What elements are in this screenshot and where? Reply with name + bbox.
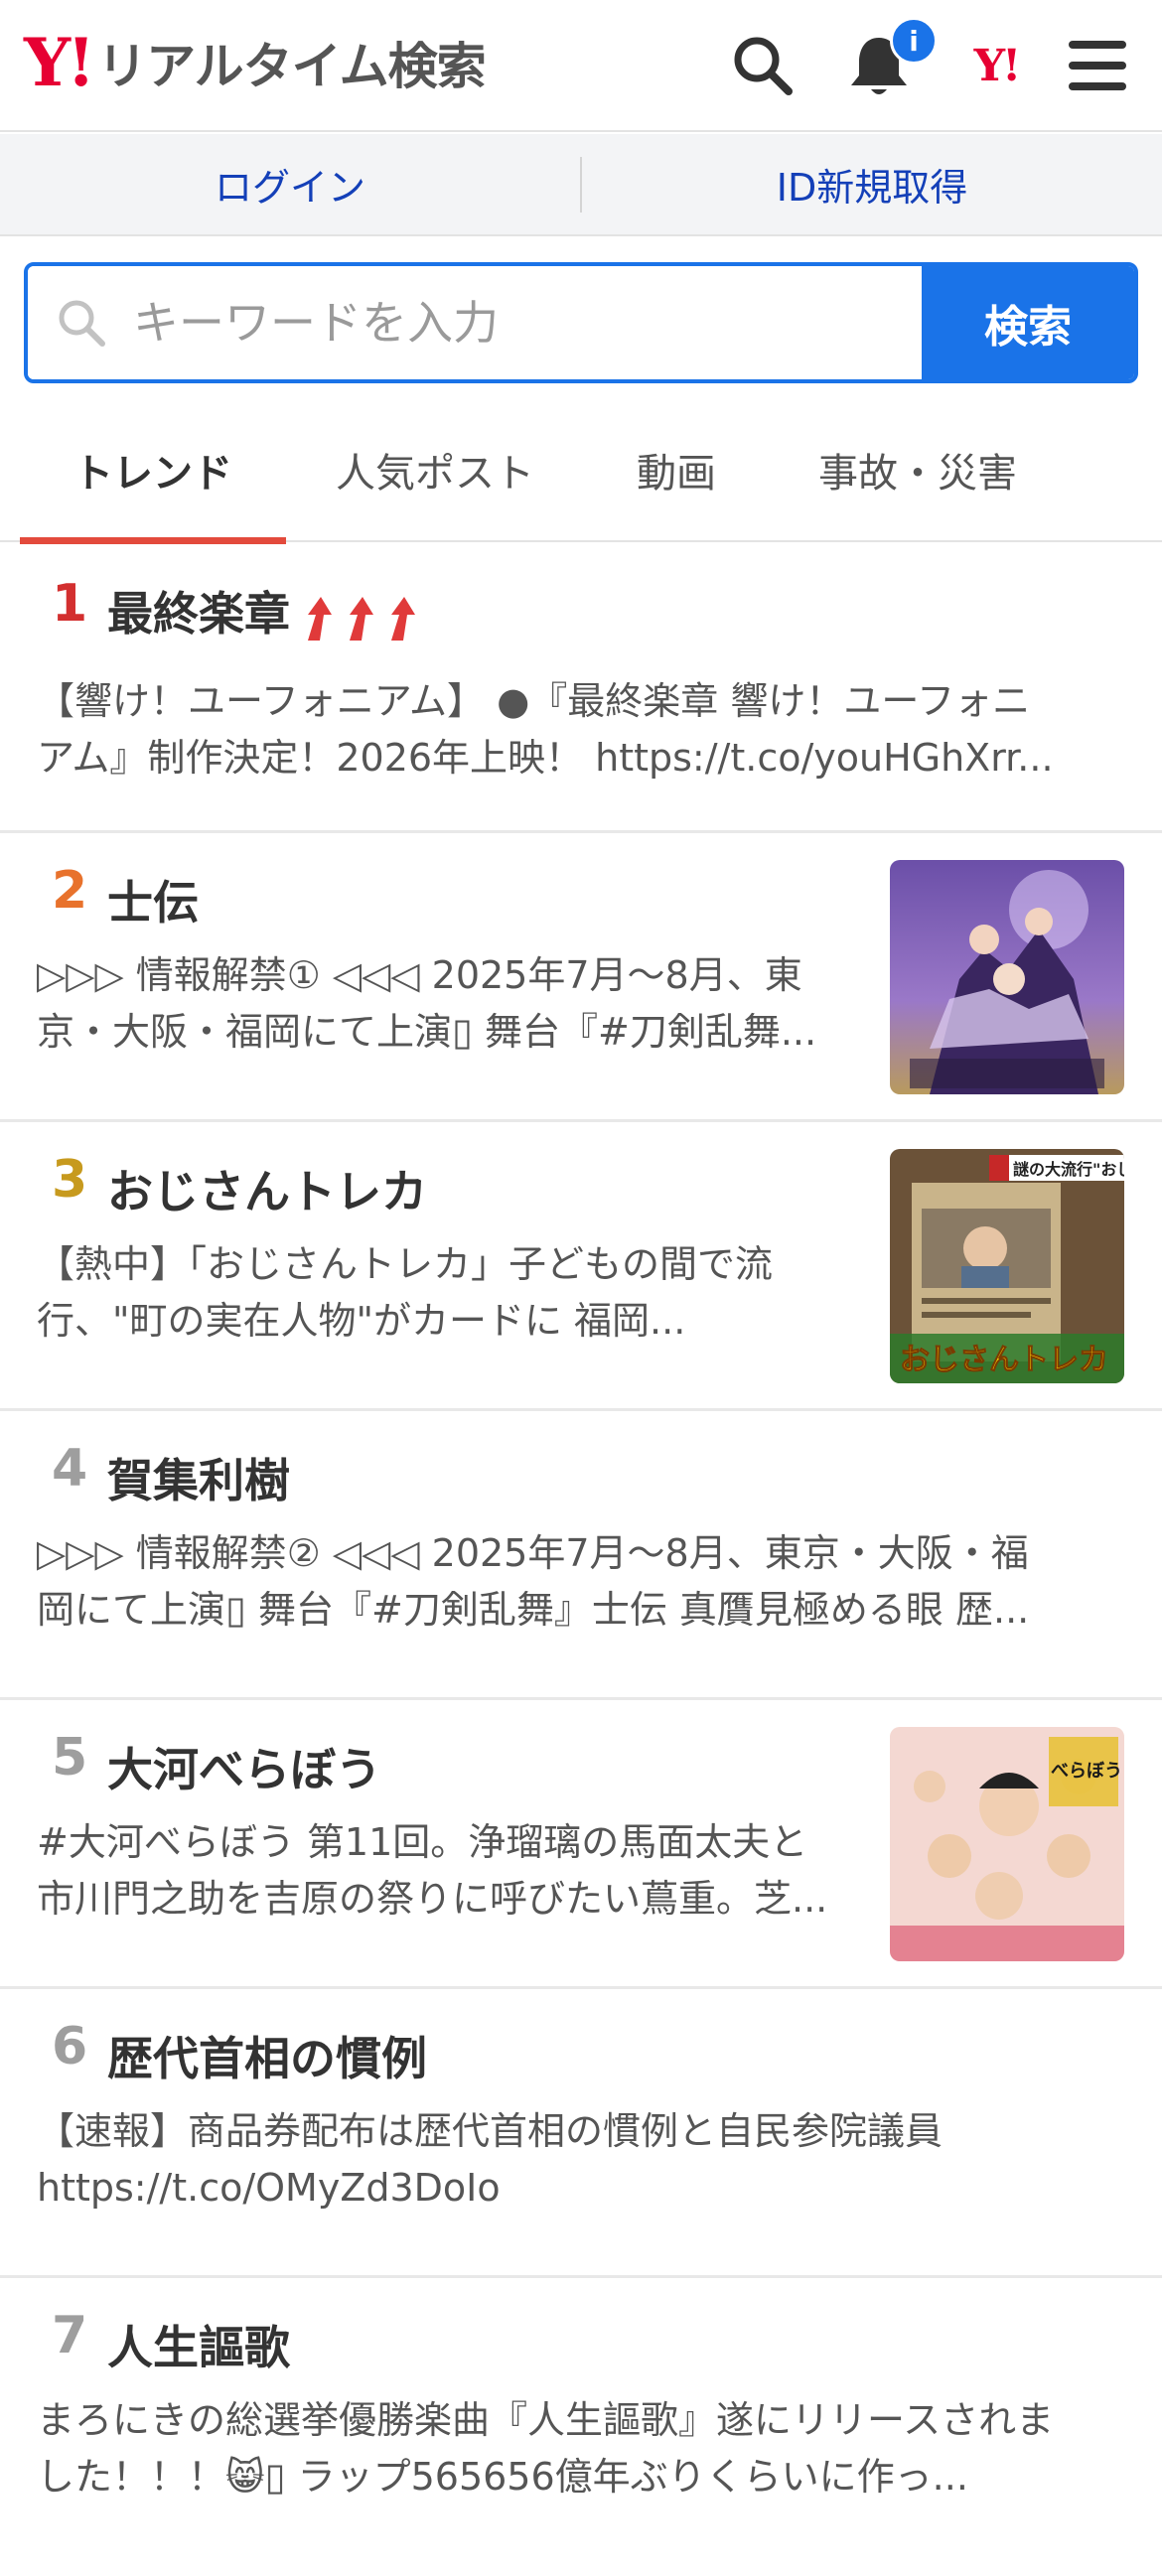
desc-line: ▷▷▷ 情報解禁① ◁◁◁ 2025年7月〜8月、東 [37, 953, 802, 997]
logo-title: リアルタイム検索 [97, 38, 486, 95]
trend-description: ▷▷▷ 情報解禁② ◁◁◁ 2025年7月〜8月、東京・大阪・福 岡にて上演▯ … [37, 1525, 1129, 1639]
trend-description: ▷▷▷ 情報解禁① ◁◁◁ 2025年7月〜8月、東 京・大阪・福岡にて上演▯ … [37, 947, 871, 1061]
app-header: Y! リアルタイム検索 i Y! [0, 0, 1162, 132]
yahoo-realtime-logo[interactable]: Y! リアルタイム検索 [24, 24, 487, 101]
notification-badge: i [890, 17, 938, 65]
trend-rank: 5 [52, 1728, 88, 1788]
register-link[interactable]: ID新規取得 [582, 134, 1162, 234]
trend-item[interactable]: 6 歴代首相の慣例 【速報】商品券配布は歴代首相の慣例と自民参院議員 https… [0, 1989, 1162, 2278]
desc-line: 【響け！ユーフォニアム】 ●『最終楽章 響け！ユーフォニ [37, 679, 1031, 723]
search-icon[interactable] [728, 28, 798, 103]
trend-title: 人生謳歌 [107, 2321, 290, 2374]
tab-trend[interactable]: トレンド [20, 397, 286, 544]
trend-item[interactable]: 3 おじさんトレカ 【熱中】「おじさんトレカ」子どもの間で流 行、"町の実在人物… [0, 1122, 1162, 1411]
hamburger-menu-icon[interactable] [1063, 28, 1132, 103]
card-label-text: おじさんトレカ [900, 1343, 1108, 1377]
desc-line: https://t.co/OMyZd3DoIo [37, 2166, 501, 2210]
yahoo-japan-icon[interactable]: Y! [961, 28, 1031, 103]
tab-bar: トレンド 人気ポスト 動画 事故・災害 [0, 397, 1162, 544]
desc-line: 京・大阪・福岡にて上演▯ 舞台『#刀剣乱舞... [37, 1010, 817, 1054]
trend-title: 大河べらぼう [107, 1743, 381, 1796]
desc-line: まろにきの総選挙優勝楽曲『人生謳歌』遂にリリースされま [37, 2398, 1055, 2442]
rising-arrows-icon [304, 593, 431, 643]
trend-item[interactable]: 2 士伝 ▷▷▷ 情報解禁① ◁◁◁ 2025年7月〜8月、東 京・大阪・福岡に… [0, 833, 1162, 1122]
search-button[interactable]: 検索 [922, 266, 1134, 379]
trend-item[interactable]: 5 大河べらぼう #大河べらぼう 第11回。浄瑠璃の馬面太夫と 市川門之助を吉原… [0, 1700, 1162, 1989]
trend-item[interactable]: 4 賀集利樹 ▷▷▷ 情報解禁② ◁◁◁ 2025年7月〜8月、東京・大阪・福 … [0, 1411, 1162, 1700]
tab-videos[interactable]: 動画 [584, 397, 769, 542]
desc-line: ▷▷▷ 情報解禁② ◁◁◁ 2025年7月〜8月、東京・大阪・福 [37, 1531, 1029, 1575]
drama-title-text: べらぼう [1051, 1761, 1122, 1782]
trend-list: 1 最終楽章 【響け！ユーフォニアム】 ●『最終楽章 響け！ユーフォニ アム』制… [0, 544, 1162, 2576]
trend-rank: 7 [52, 2306, 88, 2365]
trend-rank: 3 [52, 1150, 88, 1210]
desc-line: アム』制作決定！2026年上映！ https://t.co/youHGhXrr.… [37, 736, 1054, 780]
trend-title: おじさんトレカ [107, 1165, 427, 1218]
desc-line: 【熱中】「おじさんトレカ」子どもの間で流 [37, 1242, 774, 1286]
trend-thumbnail-trading-card[interactable]: 謎の大流行"おじ おじさんトレカ [890, 1149, 1124, 1383]
desc-line: 【速報】商品券配布は歴代首相の慣例と自民参院議員 [37, 2109, 944, 2153]
trend-description: まろにきの総選挙優勝楽曲『人生謳歌』遂にリリースされま した！！！😸▯ ラップ5… [37, 2392, 1129, 2505]
desc-line: 市川門之助を吉原の祭りに呼びたい蔦重。芝... [37, 1877, 828, 1921]
yahoo-logo-mark: Y! [24, 24, 95, 101]
desc-line: した！！！😸▯ ラップ565656億年ぶりくらいに作っ... [37, 2455, 968, 2499]
trend-thumbnail-drama-poster[interactable]: べらぼう [890, 1727, 1124, 1961]
trend-title: 最終楽章 [107, 578, 431, 644]
desc-line: 行、"町の実在人物"がカードに 福岡... [37, 1299, 686, 1343]
trend-title: 歴代首相の慣例 [107, 2032, 427, 2085]
search-input[interactable] [133, 296, 868, 350]
search-field-container [28, 266, 922, 379]
search-field-icon [59, 300, 105, 347]
trend-item[interactable]: 7 人生謳歌 まろにきの総選挙優勝楽曲『人生謳歌』遂にリリースされま した！！！… [0, 2278, 1162, 2576]
trend-rank: 6 [52, 2017, 88, 2076]
trend-thumbnail-stage-poster[interactable] [890, 860, 1124, 1094]
trend-rank: 1 [52, 574, 88, 634]
trend-title-text: 最終楽章 [107, 587, 290, 641]
tab-popular-posts[interactable]: 人気ポスト [286, 397, 584, 542]
desc-line: #大河べらぼう 第11回。浄瑠璃の馬面太夫と [37, 1820, 808, 1864]
trend-description: 【熱中】「おじさんトレカ」子どもの間で流 行、"町の実在人物"がカードに 福岡.… [37, 1236, 871, 1350]
trend-rank: 2 [52, 861, 88, 921]
trend-title: 士伝 [107, 876, 199, 930]
trend-description: 【響け！ユーフォニアム】 ●『最終楽章 響け！ユーフォニ アム』制作決定！202… [37, 673, 1129, 787]
desc-line: 岡にて上演▯ 舞台『#刀剣乱舞』士伝 真贋見極める眼 歴... [37, 1588, 1030, 1632]
trend-title: 賀集利樹 [107, 1454, 290, 1507]
tab-accidents-disasters[interactable]: 事故・災害 [769, 397, 1067, 542]
trend-description: #大河べらぼう 第11回。浄瑠璃の馬面太夫と 市川門之助を吉原の祭りに呼びたい蔦… [37, 1814, 871, 1928]
trend-rank: 4 [52, 1439, 88, 1499]
login-link[interactable]: ログイン [0, 134, 580, 234]
search-form: 検索 [24, 262, 1138, 383]
login-bar: ログイン ID新規取得 [0, 134, 1162, 236]
trend-description: 【速報】商品券配布は歴代首相の慣例と自民参院議員 https://t.co/OM… [37, 2103, 1129, 2217]
yahoo-japan-mark: Y! [973, 40, 1022, 91]
card-banner-text: 謎の大流行"おじ [1013, 1160, 1124, 1179]
trend-item[interactable]: 1 最終楽章 【響け！ユーフォニアム】 ●『最終楽章 響け！ユーフォニ アム』制… [0, 544, 1162, 833]
